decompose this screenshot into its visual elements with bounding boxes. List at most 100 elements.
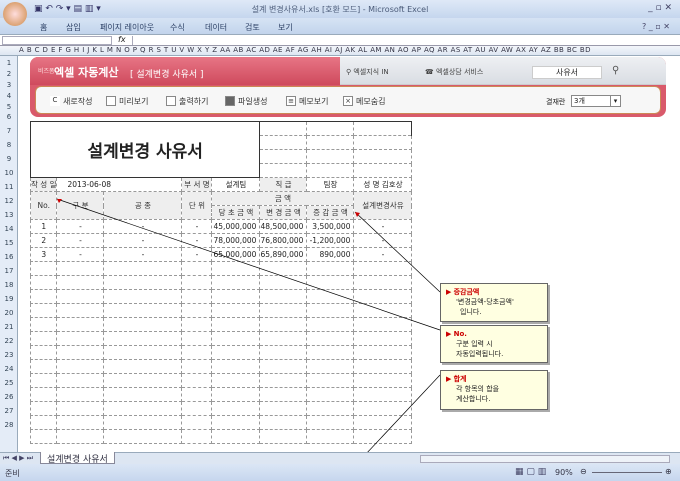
row-number[interactable]: 9 — [0, 155, 18, 163]
cell-category[interactable] — [56, 359, 105, 374]
row-number[interactable]: 16 — [0, 253, 18, 261]
cell-original[interactable] — [211, 317, 261, 332]
row-number[interactable]: 11 — [0, 183, 18, 191]
cell-changed[interactable] — [259, 415, 308, 430]
cell-changed[interactable] — [259, 359, 308, 374]
cell-work[interactable] — [103, 331, 183, 346]
row-number[interactable]: 4 — [0, 92, 18, 100]
create-file-button[interactable]: 파일생성 — [225, 94, 267, 108]
link-excel-consult[interactable]: ☎ 엑셀상담 서비스 — [425, 67, 483, 77]
cell-diff[interactable]: 3,500,000 — [306, 219, 355, 234]
cell-original[interactable] — [211, 387, 261, 402]
cell-category[interactable]: - — [56, 233, 105, 248]
formula-input[interactable] — [132, 36, 672, 45]
cell-original[interactable] — [211, 331, 261, 346]
cell-no[interactable] — [29, 317, 58, 332]
approval-cell[interactable] — [353, 121, 413, 136]
row-number[interactable]: 20 — [0, 309, 18, 317]
cell-work[interactable] — [103, 275, 183, 290]
row-number[interactable]: 19 — [0, 295, 18, 303]
row-number[interactable]: 17 — [0, 267, 18, 275]
sheet-nav-buttons[interactable]: ⏮ ◀ ▶ ⏭ — [3, 454, 33, 463]
row-number[interactable]: 14 — [0, 225, 18, 233]
cell-original[interactable] — [211, 373, 261, 388]
cell-diff[interactable] — [306, 289, 355, 304]
cell-no[interactable] — [29, 359, 58, 374]
row-number[interactable]: 24 — [0, 365, 18, 373]
cell-category[interactable] — [56, 289, 105, 304]
cell-category[interactable] — [56, 415, 105, 430]
cell-no[interactable] — [29, 331, 58, 346]
row-number[interactable]: 6 — [0, 113, 18, 121]
row-number[interactable]: 28 — [0, 421, 18, 429]
tab-home[interactable]: 홈 — [40, 22, 47, 33]
cell-original[interactable]: 78,000,000 — [211, 233, 261, 248]
cell-changed[interactable] — [259, 429, 308, 444]
new-button[interactable]: C 새로작성 — [50, 94, 92, 108]
name-box[interactable] — [2, 36, 112, 45]
zoom-slider[interactable] — [592, 472, 662, 473]
cell-no[interactable] — [29, 387, 58, 402]
cell-no[interactable] — [29, 261, 58, 276]
comment-total[interactable]: ▶ 합계 각 항목의 합을 계산합니다. — [440, 370, 548, 410]
cell-unit[interactable] — [181, 373, 213, 388]
cell-reason[interactable]: - — [353, 233, 413, 248]
cell-changed[interactable] — [259, 303, 308, 318]
cell-category[interactable] — [56, 401, 105, 416]
cell-category[interactable] — [56, 317, 105, 332]
cell-no[interactable] — [29, 373, 58, 388]
cell-original[interactable] — [211, 303, 261, 318]
row-number[interactable]: 8 — [0, 141, 18, 149]
cell-work[interactable] — [103, 429, 183, 444]
zoom-out-icon[interactable]: ⊖ — [580, 467, 587, 476]
cell-no[interactable] — [29, 401, 58, 416]
cell-unit[interactable] — [181, 345, 213, 360]
cell-original[interactable] — [211, 275, 261, 290]
sheet-tab[interactable]: 설계변경 사유서 — [40, 452, 115, 465]
zoom-level[interactable]: 90% — [555, 468, 573, 477]
cell-work[interactable] — [103, 303, 183, 318]
cell-diff[interactable] — [306, 275, 355, 290]
cell-unit[interactable] — [181, 387, 213, 402]
cell-unit[interactable] — [181, 359, 213, 374]
cell-original[interactable] — [211, 261, 261, 276]
row-number[interactable]: 26 — [0, 393, 18, 401]
cell-no[interactable] — [29, 429, 58, 444]
cell-unit[interactable] — [181, 331, 213, 346]
row-number[interactable]: 7 — [0, 127, 18, 135]
link-excel-knowledge[interactable]: ⚲ 엑셀지식 IN — [346, 67, 389, 77]
row-number[interactable]: 15 — [0, 239, 18, 247]
cell-no[interactable] — [29, 289, 58, 304]
link-excel-knowledge-label[interactable]: 엑셀지식 IN — [353, 68, 388, 76]
cell-no[interactable]: 2 — [29, 233, 58, 248]
approval-cell[interactable] — [306, 121, 355, 136]
approval-cell[interactable] — [259, 163, 308, 178]
cell-work[interactable] — [103, 373, 183, 388]
preview-button[interactable]: 미리보기 — [106, 94, 148, 108]
cell-reason[interactable] — [353, 345, 413, 360]
cell-diff[interactable] — [306, 331, 355, 346]
cell-changed[interactable] — [259, 317, 308, 332]
cell-original[interactable] — [211, 359, 261, 374]
cell-diff[interactable]: -1,200,000 — [306, 233, 355, 248]
window-controls[interactable]: _ ▫ ✕ — [648, 3, 672, 13]
row-number[interactable]: 10 — [0, 169, 18, 177]
approval-cell[interactable] — [259, 149, 308, 164]
cell-reason[interactable] — [353, 359, 413, 374]
row-number[interactable]: 21 — [0, 323, 18, 331]
row-number[interactable]: 1 — [0, 59, 18, 67]
approval-cell[interactable] — [306, 135, 355, 150]
cell-unit[interactable] — [181, 429, 213, 444]
office-button[interactable] — [3, 2, 27, 26]
cell-original[interactable] — [211, 345, 261, 360]
cell-reason[interactable] — [353, 373, 413, 388]
row-headers[interactable]: 1 2 3 4 5 6 7 8 9 10 11 12 13 14 15 16 17 18 19 20 21 22 23 24 2… — [0, 56, 18, 452]
cell-work[interactable] — [103, 387, 183, 402]
cell-original[interactable] — [211, 415, 261, 430]
tab-view[interactable]: 보기 — [278, 22, 293, 33]
cell-reason[interactable] — [353, 401, 413, 416]
cell-category[interactable]: - — [56, 247, 105, 262]
cell-diff[interactable] — [306, 303, 355, 318]
cell-category[interactable] — [56, 345, 105, 360]
cell-reason[interactable]: - — [353, 247, 413, 262]
